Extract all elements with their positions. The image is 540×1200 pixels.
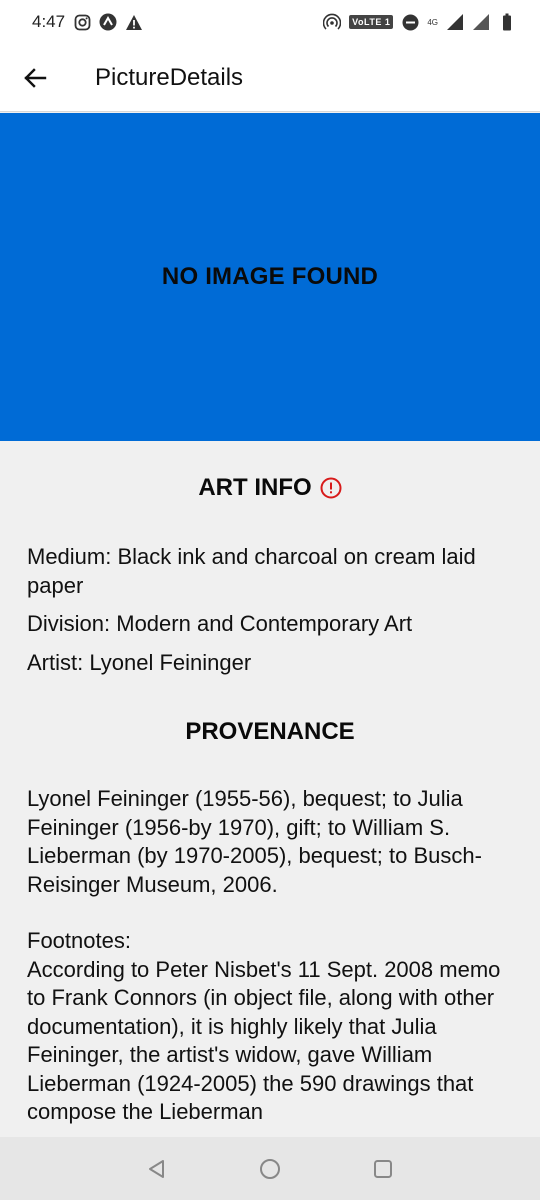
back-button[interactable]	[0, 44, 70, 112]
footnotes-text: According to Peter Nisbet's 11 Sept. 200…	[27, 956, 501, 1125]
system-nav-bar	[0, 1137, 540, 1200]
warning-icon	[125, 13, 143, 31]
signal-roaming-icon	[472, 13, 490, 31]
footnotes-label: Footnotes:	[27, 928, 131, 953]
hotspot-icon	[323, 13, 342, 31]
provenance-heading: PROVENANCE	[27, 715, 513, 749]
provenance-text: Lyonel Feininger (1955-56), bequest; to …	[27, 786, 482, 897]
art-info-heading: ART INFO	[27, 471, 513, 505]
circle-home-icon	[259, 1158, 280, 1179]
no-image-text: NO IMAGE FOUND	[161, 263, 379, 290]
artist-text: Artist: Lyonel Feininger	[27, 649, 252, 675]
network-type: 4G	[427, 17, 438, 27]
division-text: Division: Modern and Contemporary Art	[27, 611, 413, 636]
instagram-icon	[73, 13, 91, 31]
arrow-back-icon	[24, 67, 47, 88]
alert-circle-icon[interactable]	[320, 477, 342, 499]
nav-back-button[interactable]	[132, 1144, 182, 1194]
artwork-image-placeholder: NO IMAGE FOUND	[0, 113, 540, 441]
nav-recents-button[interactable]	[358, 1144, 408, 1194]
details-content[interactable]: ART INFO Medium: Black ink and charcoal …	[0, 441, 540, 1137]
do-not-disturb-icon	[401, 13, 419, 31]
triangle-back-icon	[148, 1159, 164, 1178]
provenance-heading-label: PROVENANCE	[185, 718, 355, 745]
battery-icon	[498, 13, 516, 31]
status-time: 4:47	[32, 12, 66, 31]
screen: 4:47 VoLTE 1 4G PictureDetails NO IMAGE …	[0, 0, 540, 1200]
signal-icon	[446, 13, 464, 31]
volte-badge: VoLTE 1	[349, 15, 394, 29]
app-notification-icon	[99, 13, 117, 31]
status-left: 4:47	[32, 12, 143, 32]
status-right: VoLTE 1 4G	[323, 13, 516, 31]
status-bar: 4:47 VoLTE 1 4G	[0, 0, 540, 44]
nav-home-button[interactable]	[245, 1144, 295, 1194]
art-info-heading-label: ART INFO	[198, 474, 312, 501]
art-info-list: Medium: Black ink and charcoal on cream …	[27, 543, 513, 677]
medium-text: Medium: Black ink and charcoal on cream …	[27, 544, 476, 598]
app-bar: PictureDetails	[0, 44, 540, 112]
page-title: PictureDetails	[95, 63, 244, 91]
square-recents-icon	[374, 1159, 393, 1178]
